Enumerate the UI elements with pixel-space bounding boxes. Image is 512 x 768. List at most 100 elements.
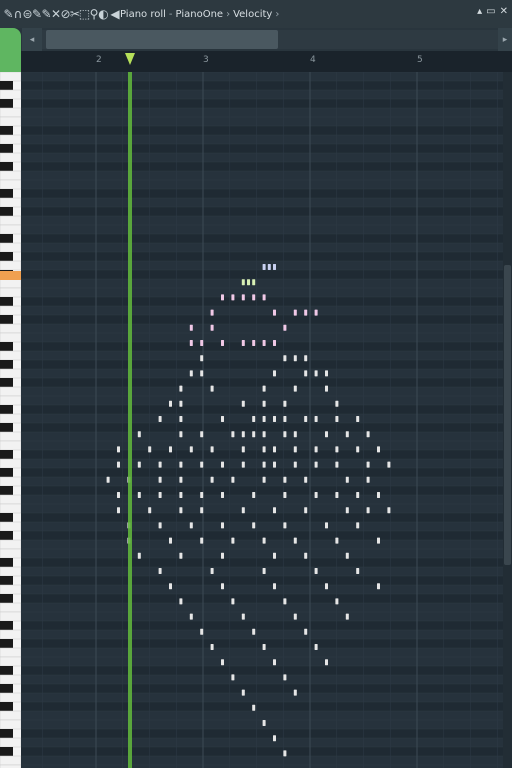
note[interactable] — [273, 264, 276, 270]
white-key[interactable] — [0, 755, 21, 766]
note[interactable] — [137, 461, 141, 468]
note[interactable] — [241, 400, 245, 407]
black-key[interactable] — [0, 378, 13, 387]
piano-keys[interactable] — [0, 72, 21, 768]
select-tool-icon[interactable]: ⬚ — [79, 6, 90, 22]
note[interactable] — [345, 476, 349, 483]
note[interactable] — [252, 492, 256, 498]
note[interactable] — [189, 324, 193, 331]
note[interactable] — [273, 340, 276, 346]
piano-keyboard[interactable] — [0, 72, 21, 768]
note[interactable] — [283, 476, 287, 483]
white-key[interactable] — [0, 521, 21, 532]
note[interactable] — [200, 355, 204, 362]
black-key[interactable] — [0, 423, 13, 432]
note[interactable] — [273, 735, 276, 742]
magnet-icon[interactable]: ∩ — [14, 6, 23, 22]
close-button[interactable]: ✕ — [500, 6, 508, 17]
white-key[interactable] — [0, 503, 21, 514]
note[interactable] — [325, 370, 328, 377]
note[interactable] — [314, 370, 318, 377]
note[interactable] — [262, 568, 266, 574]
note[interactable] — [293, 446, 297, 453]
note[interactable] — [221, 294, 224, 301]
note[interactable] — [314, 446, 318, 453]
black-key[interactable] — [0, 450, 13, 459]
white-key[interactable] — [0, 629, 21, 640]
note[interactable] — [200, 340, 204, 346]
note[interactable] — [241, 431, 245, 438]
white-key[interactable] — [0, 656, 21, 667]
black-key[interactable] — [0, 360, 13, 369]
note[interactable] — [179, 461, 183, 468]
note[interactable] — [137, 431, 141, 438]
black-key[interactable] — [0, 297, 13, 306]
note[interactable] — [283, 750, 287, 757]
white-key[interactable] — [0, 242, 21, 253]
black-key[interactable] — [0, 486, 13, 495]
black-key[interactable] — [0, 747, 13, 756]
white-key[interactable] — [0, 152, 21, 163]
note[interactable] — [179, 507, 183, 514]
note[interactable] — [247, 279, 250, 286]
note[interactable] — [262, 294, 266, 301]
breadcrumb-velocity[interactable]: Velocity — [233, 9, 272, 20]
shade-button[interactable]: ▴ — [477, 6, 482, 17]
black-key[interactable] — [0, 207, 13, 216]
note[interactable] — [200, 431, 204, 438]
note[interactable] — [252, 294, 256, 301]
black-key[interactable] — [0, 666, 13, 675]
note[interactable] — [158, 492, 162, 498]
note[interactable] — [262, 385, 266, 392]
black-key[interactable] — [0, 234, 13, 243]
note[interactable] — [262, 400, 266, 407]
note[interactable] — [148, 507, 152, 514]
note[interactable] — [283, 400, 287, 407]
white-key[interactable] — [0, 431, 21, 442]
black-key[interactable] — [0, 315, 13, 324]
white-key[interactable] — [0, 323, 21, 334]
note[interactable] — [356, 492, 360, 498]
white-key[interactable] — [0, 602, 21, 613]
note[interactable] — [283, 522, 287, 529]
white-key[interactable] — [0, 476, 21, 487]
note[interactable] — [231, 537, 235, 544]
note[interactable] — [179, 476, 183, 483]
note[interactable] — [304, 476, 308, 483]
note[interactable] — [387, 461, 391, 468]
note[interactable] — [210, 385, 214, 392]
white-key[interactable] — [0, 72, 21, 82]
note[interactable] — [273, 552, 276, 559]
black-key[interactable] — [0, 468, 13, 477]
black-key[interactable] — [0, 684, 13, 693]
white-key[interactable] — [0, 440, 21, 451]
white-key[interactable] — [0, 584, 21, 595]
note[interactable] — [366, 476, 370, 483]
note[interactable] — [356, 568, 360, 574]
note[interactable] — [293, 537, 297, 544]
note[interactable] — [356, 446, 360, 453]
playback-tool-icon[interactable]: ◐ — [98, 6, 108, 22]
note[interactable] — [158, 461, 162, 468]
note[interactable] — [262, 340, 266, 346]
note[interactable] — [221, 340, 224, 346]
note[interactable] — [304, 416, 308, 422]
white-key[interactable] — [0, 332, 21, 343]
black-key[interactable] — [0, 702, 13, 711]
white-key[interactable] — [0, 89, 21, 100]
note[interactable] — [366, 431, 370, 438]
note[interactable] — [345, 507, 349, 514]
scroll-left-arrow[interactable]: ◂ — [22, 28, 42, 51]
note[interactable] — [158, 416, 162, 422]
note[interactable] — [335, 537, 339, 544]
note[interactable] — [314, 416, 318, 422]
note[interactable] — [179, 385, 183, 392]
note[interactable] — [387, 507, 391, 514]
note[interactable] — [221, 416, 224, 422]
note[interactable] — [304, 309, 308, 316]
note-grid-canvas[interactable] — [21, 72, 503, 768]
paint-tool-icon[interactable]: ✎ — [41, 6, 51, 22]
mute-tool-icon[interactable]: ⊘ — [60, 6, 70, 22]
white-key[interactable] — [0, 386, 21, 397]
note[interactable] — [283, 416, 287, 422]
